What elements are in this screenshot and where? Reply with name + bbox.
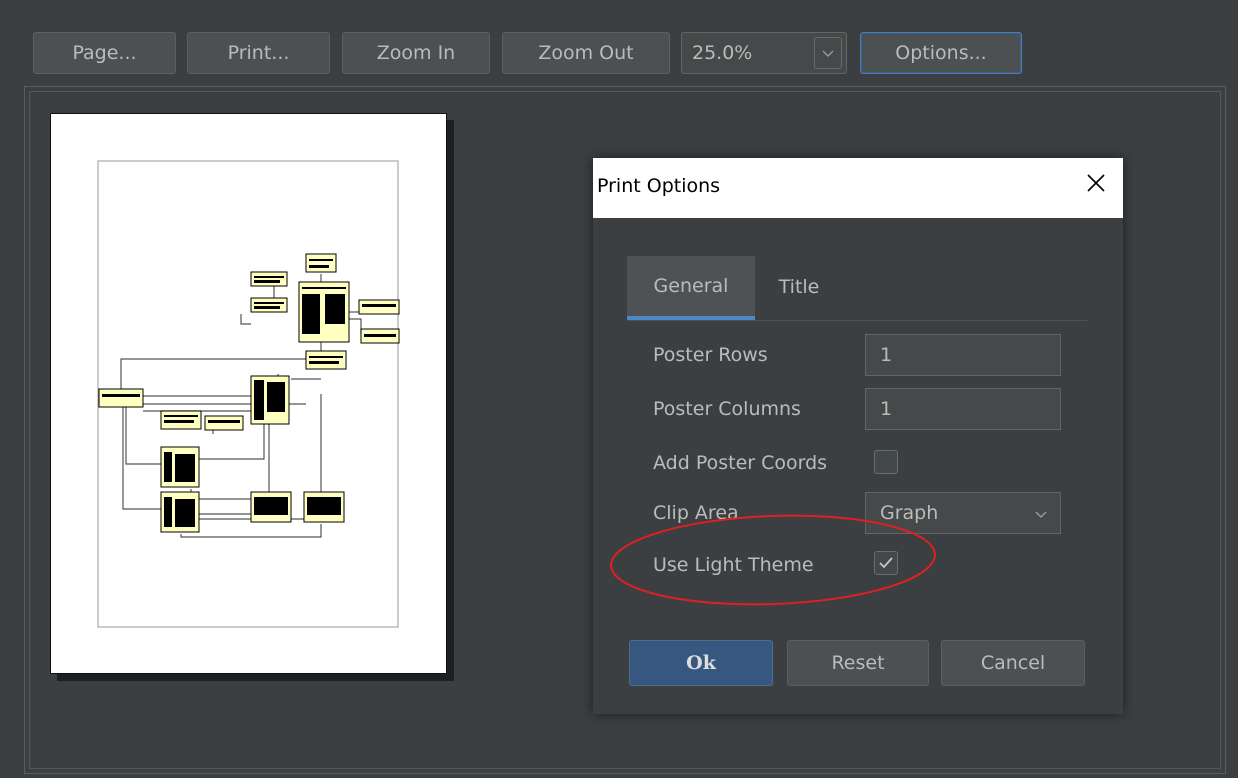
close-icon[interactable] [1083,170,1109,196]
zoom-in-button-label: Zoom In [376,42,456,64]
graph-node-text [102,259,396,527]
options-button[interactable]: Options... [860,32,1022,74]
graph-preview [97,160,400,628]
clip-area-value: Graph [880,502,939,524]
chevron-down-icon [822,50,834,57]
print-options-dialog: Print Options General Title Poster Rows … [593,158,1123,714]
use-light-theme-checkbox[interactable] [874,551,898,575]
zoom-combobox[interactable]: 25.0% [681,32,847,74]
print-button[interactable]: Print... [187,32,330,74]
cancel-button-label: Cancel [980,652,1046,674]
ok-button-label: Ok [686,652,716,674]
poster-columns-field[interactable]: 1 [865,388,1061,430]
reset-button[interactable]: Reset [787,640,929,686]
clip-area-label: Clip Area [653,502,739,524]
poster-rows-label: Poster Rows [653,344,768,366]
tab-bar: General Title [627,256,1087,321]
options-button-label: Options... [895,42,987,64]
graph-node [250,297,288,313]
checkmark-icon [879,557,893,569]
page-button[interactable]: Page... [33,32,176,74]
graph-node [305,350,347,370]
tab-title[interactable]: Title [755,256,843,318]
zoom-out-button[interactable]: Zoom Out [502,32,670,74]
graph-node [98,388,144,408]
add-poster-coords-label: Add Poster Coords [653,452,828,474]
dialog-title-bar: Print Options [593,158,1123,218]
page-button-label: Page... [72,42,137,64]
graph-node [305,253,337,273]
poster-columns-label: Poster Columns [653,398,801,420]
zoom-value: 25.0% [692,42,753,64]
poster-rows-field[interactable]: 1 [865,334,1061,376]
dialog-title: Print Options [597,175,721,197]
tab-general[interactable]: General [627,256,755,320]
use-light-theme-label: Use Light Theme [653,554,814,576]
clip-area-select[interactable]: Graph [865,492,1061,534]
tab-general-label: General [653,275,729,297]
graph-node [250,271,288,287]
zoom-dropdown-arrow[interactable] [814,37,842,69]
zoom-in-button[interactable]: Zoom In [342,32,490,74]
ok-button[interactable]: Ok [629,640,773,686]
page-preview [50,113,447,674]
reset-button-label: Reset [831,652,885,674]
tab-title-label: Title [778,276,820,298]
graph-nodes [98,253,400,533]
add-poster-coords-checkbox[interactable] [874,450,898,474]
chevron-down-icon [1035,511,1047,518]
cancel-button[interactable]: Cancel [941,640,1085,686]
print-button-label: Print... [227,42,290,64]
zoom-out-button-label: Zoom Out [538,42,634,64]
